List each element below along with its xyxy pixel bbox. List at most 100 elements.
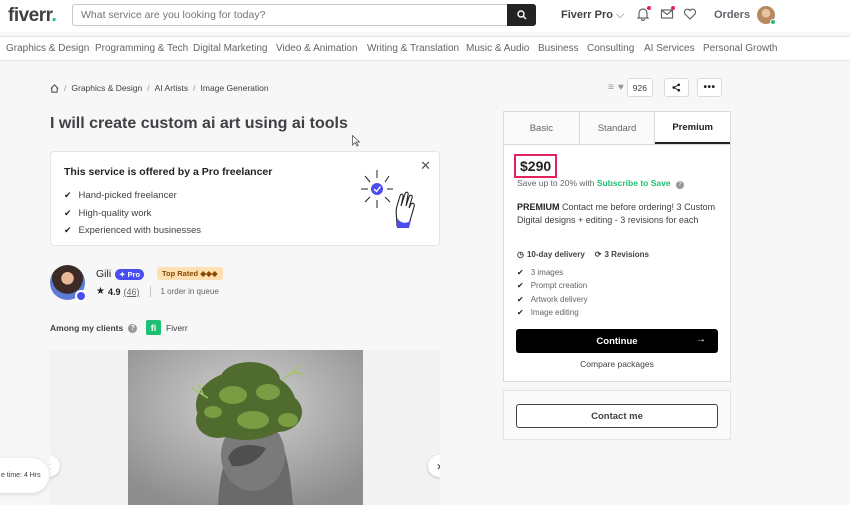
- gallery-prev-button[interactable]: ‹: [50, 455, 60, 477]
- category-writing-translation[interactable]: Writing & Translation: [367, 43, 459, 54]
- category-business[interactable]: Business: [538, 43, 579, 54]
- orders-link[interactable]: Orders: [714, 9, 750, 21]
- info-icon[interactable]: ?: [128, 323, 138, 333]
- seller-name[interactable]: Gili: [96, 268, 111, 280]
- delivery-time: ◷ 10-day delivery: [517, 250, 585, 259]
- gig-actions: ≡ ♥ 926 •••: [608, 78, 722, 97]
- check-icon: ✔: [517, 268, 524, 278]
- revisions-count: ⟳ 3 Revisions: [594, 250, 649, 259]
- pro-benefits-list: ✔ Hand-picked freelancer ✔ High-quality wo…: [64, 187, 201, 240]
- search-input[interactable]: [73, 5, 503, 25]
- breadcrumb-separator-icon: /: [147, 83, 150, 93]
- pro-badge-illustration-icon: [361, 170, 415, 228]
- share-icon: [672, 83, 681, 92]
- tab-premium[interactable]: Premium: [655, 112, 731, 144]
- order-queue: 1 order in queue: [160, 287, 219, 296]
- breadcrumb-separator-icon: /: [193, 83, 196, 93]
- compare-packages-link[interactable]: Compare packages: [504, 359, 730, 369]
- package-description: PREMIUM Contact me before ordering! 3 Cu…: [517, 202, 716, 225]
- tab-basic[interactable]: Basic: [504, 112, 580, 144]
- fiverr-pro-menu[interactable]: Fiverr Pro ⌵: [561, 9, 624, 22]
- check-icon: ✔: [517, 308, 524, 318]
- category-graphics-design[interactable]: Graphics & Design: [6, 43, 89, 54]
- contact-me-button[interactable]: Contact me: [516, 404, 718, 428]
- client-fiverr: fi Fiverr: [146, 320, 188, 335]
- list-item: ✔ Prompt creation: [517, 281, 588, 291]
- fiverr-logo[interactable]: fiverr.: [8, 5, 57, 27]
- search-bar: [72, 4, 536, 26]
- list-item: ✔ High-quality work: [64, 207, 152, 219]
- search-icon: [516, 10, 526, 20]
- top-header: fiverr. Fiverr Pro ⌵ Orders: [0, 0, 850, 32]
- chevron-right-icon: ›: [437, 459, 440, 473]
- online-indicator: [770, 19, 776, 25]
- like-heart-icon[interactable]: ♥: [618, 82, 624, 93]
- delivery-time-pill[interactable]: e time: 4 Hrs: [0, 458, 49, 493]
- top-rated-badge: Top Rated ◆◆◆: [157, 267, 223, 280]
- more-options-button[interactable]: •••: [696, 78, 722, 97]
- gallery-next-button[interactable]: ›: [428, 455, 440, 477]
- category-ai-services[interactable]: AI Services: [644, 43, 695, 54]
- gallery-main-image[interactable]: [128, 350, 363, 505]
- breadcrumb: / Graphics & Design / AI Artists / Image…: [50, 83, 269, 93]
- heart-icon[interactable]: [683, 7, 697, 21]
- seller-name-row: Gili ✦ Pro: [96, 268, 145, 280]
- category-nav: Graphics & Design Programming & Tech Dig…: [0, 36, 850, 61]
- fiverr-client-logo-icon: fi: [146, 320, 161, 335]
- breadcrumb-item[interactable]: Image Generation: [201, 83, 269, 93]
- likes-count: 926: [626, 78, 653, 97]
- clock-icon: ◷: [517, 250, 524, 259]
- chevron-left-icon: ‹: [50, 459, 51, 473]
- package-tabs: Basic Standard Premium: [504, 112, 731, 145]
- subscribe-save-line: Save up to 20% with Subscribe to Save ?: [517, 178, 684, 189]
- category-consulting[interactable]: Consulting: [587, 43, 634, 54]
- close-icon[interactable]: ✕: [420, 158, 431, 174]
- category-personal-growth[interactable]: Personal Growth: [703, 43, 777, 54]
- tab-standard[interactable]: Standard: [579, 112, 656, 144]
- info-icon[interactable]: ?: [675, 181, 684, 189]
- pro-badge: ✦ Pro: [115, 268, 145, 280]
- reviews-link[interactable]: (46): [123, 287, 139, 297]
- seller-avatar[interactable]: [50, 265, 87, 302]
- check-icon: ✔: [64, 190, 72, 201]
- list-item: ✔ Experienced with businesses: [64, 225, 202, 237]
- mouse-cursor-icon: [352, 135, 360, 147]
- package-panel: Basic Standard Premium $290 Save up to 2…: [503, 111, 731, 382]
- ai-art-bust-image-icon: [128, 350, 363, 505]
- category-video-animation[interactable]: Video & Animation: [276, 43, 358, 54]
- continue-button[interactable]: Continue →: [516, 329, 718, 353]
- divider: [149, 286, 151, 297]
- gig-title: I will create custom ai art using ai too…: [50, 115, 348, 132]
- user-avatar[interactable]: [757, 6, 776, 25]
- subscribe-to-save-link[interactable]: Subscribe to Save: [597, 178, 671, 188]
- category-digital-marketing[interactable]: Digital Marketing: [193, 43, 267, 54]
- contact-box: Contact me: [503, 390, 731, 440]
- more-dots-icon: •••: [703, 82, 716, 93]
- breadcrumb-item[interactable]: Graphics & Design: [71, 83, 142, 93]
- list-item: ✔ Image editing: [517, 308, 579, 318]
- breadcrumb-item[interactable]: AI Artists: [155, 83, 189, 93]
- chevron-down-icon: ⌵: [616, 9, 625, 21]
- check-icon: ✔: [517, 281, 524, 291]
- share-button[interactable]: [663, 78, 689, 97]
- arrow-right-icon: →: [696, 334, 706, 345]
- category-programming-tech[interactable]: Programming & Tech: [95, 43, 188, 54]
- list-item: ✔ Hand-picked freelancer: [64, 190, 177, 202]
- check-icon: ✔: [64, 207, 72, 218]
- list-item: ✔ 3 images: [517, 268, 564, 278]
- check-icon: ✔: [517, 294, 524, 304]
- gig-gallery: ‹ ›: [50, 350, 440, 505]
- category-music-audio[interactable]: Music & Audio: [466, 43, 529, 54]
- home-icon[interactable]: [50, 83, 59, 93]
- clients-label: Among my clients ?: [50, 323, 138, 333]
- check-icon: ✔: [64, 225, 72, 236]
- menu-lines-icon[interactable]: ≡: [608, 82, 614, 93]
- pro-freelancer-card: This service is offered by a Pro freelan…: [50, 151, 440, 246]
- verified-badge-icon: [75, 290, 87, 302]
- breadcrumb-separator-icon: /: [64, 83, 67, 93]
- search-button[interactable]: [507, 4, 536, 26]
- list-item: ✔ Artwork delivery: [517, 294, 588, 304]
- message-dot: [671, 6, 675, 10]
- pro-card-title: This service is offered by a Pro freelan…: [64, 166, 273, 178]
- package-features: ✔ 3 images ✔ Prompt creation ✔ Artwork deli…: [517, 266, 588, 319]
